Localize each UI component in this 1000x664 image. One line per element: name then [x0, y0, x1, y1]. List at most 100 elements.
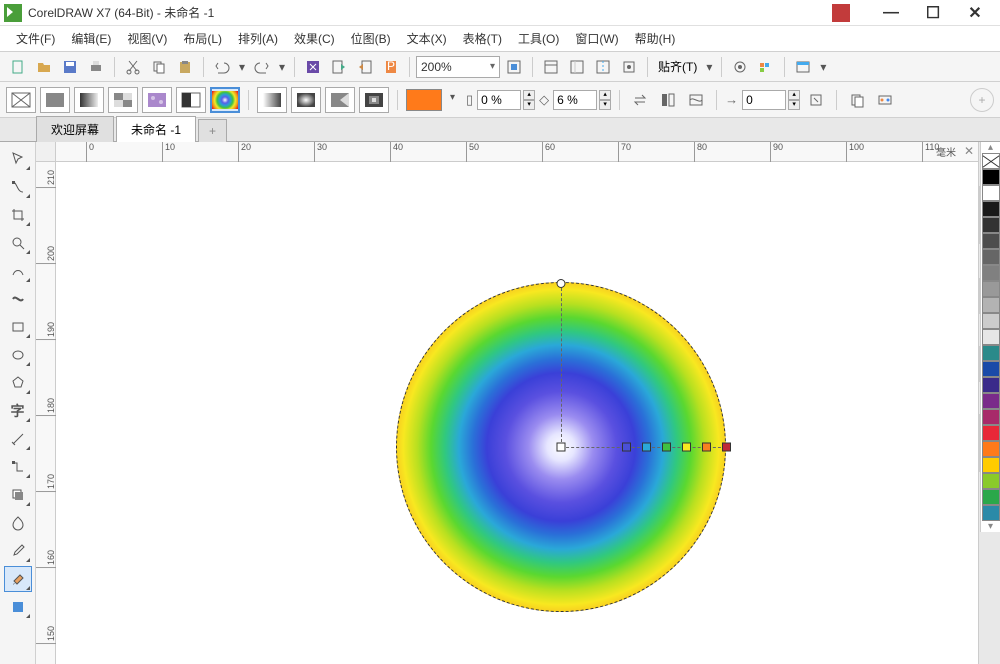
- export-button[interactable]: [353, 55, 377, 79]
- user-icon[interactable]: [832, 4, 850, 22]
- options-button[interactable]: [728, 55, 752, 79]
- interactive-fill-button[interactable]: [210, 87, 240, 113]
- artistic-media-tool[interactable]: [4, 286, 32, 312]
- zoom-tool[interactable]: [4, 230, 32, 256]
- tab-new[interactable]: +: [198, 119, 227, 142]
- radial-gradient-button[interactable]: [291, 87, 321, 113]
- palette-swatch[interactable]: [982, 345, 1000, 361]
- layout-dropdown[interactable]: ▾: [817, 55, 829, 79]
- palette-scroll-down[interactable]: ▾: [981, 521, 1000, 532]
- paste-button[interactable]: [173, 55, 197, 79]
- gradient-start-handle[interactable]: [557, 279, 566, 288]
- free-scale-button[interactable]: [804, 88, 828, 112]
- shape-tool[interactable]: [4, 174, 32, 200]
- new-doc-button[interactable]: [6, 55, 30, 79]
- gradient-node-3[interactable]: [662, 443, 671, 452]
- palette-swatch[interactable]: [982, 313, 1000, 329]
- maximize-button[interactable]: ☐: [918, 4, 948, 22]
- snap-dropdown[interactable]: ▾: [703, 55, 715, 79]
- tab-document[interactable]: 未命名 -1: [116, 116, 196, 142]
- minimize-button[interactable]: —: [876, 4, 906, 22]
- gradient-center-handle[interactable]: [557, 443, 566, 452]
- spin-up[interactable]: ▴: [523, 90, 535, 100]
- edit-fill-button[interactable]: [873, 88, 897, 112]
- node-position-input[interactable]: ◇ ▴▾: [539, 90, 611, 110]
- rectangle-tool[interactable]: [4, 314, 32, 340]
- copy-button[interactable]: [147, 55, 171, 79]
- menu-help[interactable]: 帮助(H): [627, 27, 684, 50]
- uniform-fill-button[interactable]: [40, 87, 70, 113]
- palette-swatch[interactable]: [982, 297, 1000, 313]
- menu-table[interactable]: 表格(T): [455, 27, 510, 50]
- freehand-tool[interactable]: [4, 258, 32, 284]
- texture-fill-button[interactable]: [142, 87, 172, 113]
- spin-down[interactable]: ▾: [599, 100, 611, 110]
- palette-swatch[interactable]: [982, 505, 1000, 521]
- conical-gradient-button[interactable]: [325, 87, 355, 113]
- palette-swatch[interactable]: [982, 281, 1000, 297]
- palette-swatch[interactable]: [982, 377, 1000, 393]
- redo-button[interactable]: [250, 55, 274, 79]
- menu-window[interactable]: 窗口(W): [567, 27, 626, 50]
- gradient-node-2[interactable]: [642, 443, 651, 452]
- menu-layout[interactable]: 布局(L): [175, 27, 230, 50]
- spin-up[interactable]: ▴: [788, 90, 800, 100]
- vertical-ruler[interactable]: 210200190180170160150: [36, 162, 56, 664]
- undo-button[interactable]: [210, 55, 234, 79]
- show-rulers-button[interactable]: [539, 55, 563, 79]
- ruler-origin[interactable]: [36, 142, 56, 162]
- linear-gradient-button[interactable]: [257, 87, 287, 113]
- snap-off-button[interactable]: [617, 55, 641, 79]
- polygon-tool[interactable]: [4, 370, 32, 396]
- palette-swatch[interactable]: [982, 249, 1000, 265]
- palette-swatch[interactable]: [982, 169, 1000, 185]
- publish-pdf-button[interactable]: P: [379, 55, 403, 79]
- palette-swatch[interactable]: [982, 409, 1000, 425]
- palette-swatch[interactable]: [982, 233, 1000, 249]
- search-content-button[interactable]: [301, 55, 325, 79]
- node-transparency-input[interactable]: ▯ ▴▾: [466, 90, 535, 110]
- app-launcher-button[interactable]: [754, 55, 778, 79]
- position-field[interactable]: [553, 90, 597, 110]
- print-button[interactable]: [84, 55, 108, 79]
- palette-swatch[interactable]: [982, 441, 1000, 457]
- zoom-selector[interactable]: 200% ▾: [416, 56, 500, 78]
- postscript-fill-button[interactable]: [176, 87, 206, 113]
- gradient-node-4[interactable]: [682, 443, 691, 452]
- palette-swatch[interactable]: [982, 393, 1000, 409]
- add-preset-button[interactable]: +: [970, 88, 994, 112]
- gradient-node-5[interactable]: [702, 443, 711, 452]
- selected-ellipse-shape[interactable]: [396, 282, 726, 612]
- transparency-field[interactable]: [477, 90, 521, 110]
- spin-down[interactable]: ▾: [523, 100, 535, 110]
- ellipse-tool[interactable]: [4, 342, 32, 368]
- gradient-node-1[interactable]: [622, 443, 631, 452]
- menu-arrange[interactable]: 排列(A): [230, 27, 286, 50]
- smooth-button[interactable]: [684, 88, 708, 112]
- show-guidelines-button[interactable]: [591, 55, 615, 79]
- menu-text[interactable]: 文本(X): [399, 27, 455, 50]
- interactive-fill-tool[interactable]: [4, 566, 32, 592]
- ruler-close-icon[interactable]: ✕: [964, 144, 974, 158]
- color-eyedropper-tool[interactable]: [4, 538, 32, 564]
- save-button[interactable]: [58, 55, 82, 79]
- undo-dropdown[interactable]: ▾: [236, 55, 248, 79]
- gradient-end-handle[interactable]: [722, 443, 731, 452]
- fountain-fill-button[interactable]: [74, 87, 104, 113]
- menu-bitmap[interactable]: 位图(B): [343, 27, 399, 50]
- palette-swatch[interactable]: [982, 201, 1000, 217]
- menu-effects[interactable]: 效果(C): [286, 27, 343, 50]
- close-button[interactable]: ✕: [960, 4, 990, 22]
- no-fill-button[interactable]: [6, 87, 36, 113]
- palette-swatch[interactable]: [982, 425, 1000, 441]
- redo-dropdown[interactable]: ▾: [276, 55, 288, 79]
- crop-tool[interactable]: [4, 202, 32, 228]
- spin-up[interactable]: ▴: [599, 90, 611, 100]
- cut-button[interactable]: [121, 55, 145, 79]
- copy-fill-button[interactable]: [845, 88, 869, 112]
- transparency-tool[interactable]: [4, 510, 32, 536]
- palette-swatch[interactable]: [982, 265, 1000, 281]
- text-tool[interactable]: 字: [4, 398, 32, 424]
- window-layout-button[interactable]: [791, 55, 815, 79]
- reverse-fill-button[interactable]: [628, 88, 652, 112]
